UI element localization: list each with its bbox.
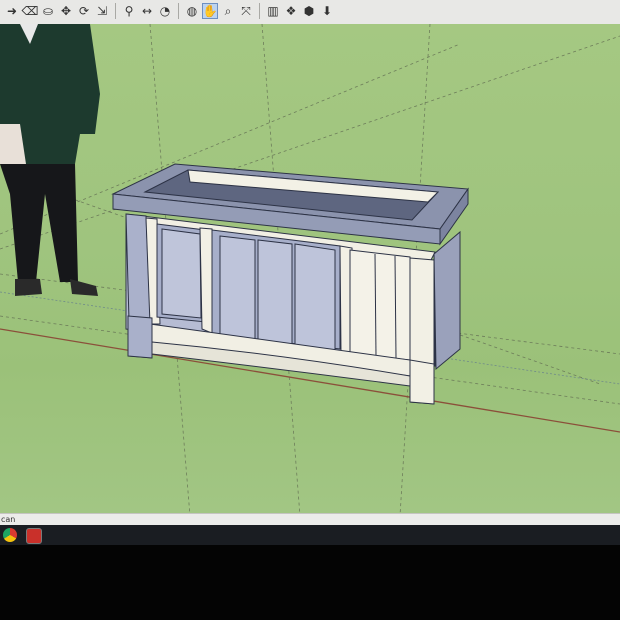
sketchup-window: ➜ ⌫ ⛀ ✥ ⟳ ⇲ ⚲ ↔ ◔ ◍ ✋ ⌕ ⤧ ▥ ❖ ⬢ ⬇ can [0,0,620,620]
scale-icon[interactable]: ⇲ [94,3,110,19]
paint-bucket-icon[interactable]: ⛀ [40,3,56,19]
sections-icon[interactable]: ▥ [265,3,281,19]
rotate-icon[interactable]: ⟳ [76,3,92,19]
toolbar-separator [259,3,260,19]
eraser-icon[interactable]: ⌫ [22,3,39,19]
select-arrow-icon[interactable]: ➜ [4,3,20,19]
components-icon[interactable]: ❖ [283,3,299,19]
toolbar-separator [115,3,116,19]
scale-figure-person [0,24,100,296]
orbit-icon[interactable]: ◍ [184,3,200,19]
monitor-bezel [0,545,620,620]
tape-measure-icon[interactable]: ⚲ [121,3,137,19]
move-icon[interactable]: ✥ [58,3,74,19]
protractor-icon[interactable]: ◔ [157,3,173,19]
materials-icon[interactable]: ⬢ [301,3,317,19]
zoom-icon[interactable]: ⌕ [220,3,236,19]
pan-icon[interactable]: ✋ [202,3,218,19]
viewport-canvas[interactable] [0,24,620,516]
taskbar [0,525,620,545]
dimension-icon[interactable]: ↔ [139,3,155,19]
zoom-extents-icon[interactable]: ⤧ [238,3,254,19]
toolbar-icons: ➜ ⌫ ⛀ ✥ ⟳ ⇲ ⚲ ↔ ◔ ◍ ✋ ⌕ ⤧ ▥ ❖ ⬢ ⬇ [4,3,335,19]
toolbar-separator [178,3,179,19]
sketchup-icon[interactable] [26,528,42,544]
chrome-icon[interactable] [3,528,17,542]
planter-box-model [111,163,469,405]
toolbar: ➜ ⌫ ⛀ ✥ ⟳ ⇲ ⚲ ↔ ◔ ◍ ✋ ⌕ ⤧ ▥ ❖ ⬢ ⬇ [0,0,620,25]
get-models-icon[interactable]: ⬇ [319,3,335,19]
model-viewport[interactable] [0,24,620,516]
